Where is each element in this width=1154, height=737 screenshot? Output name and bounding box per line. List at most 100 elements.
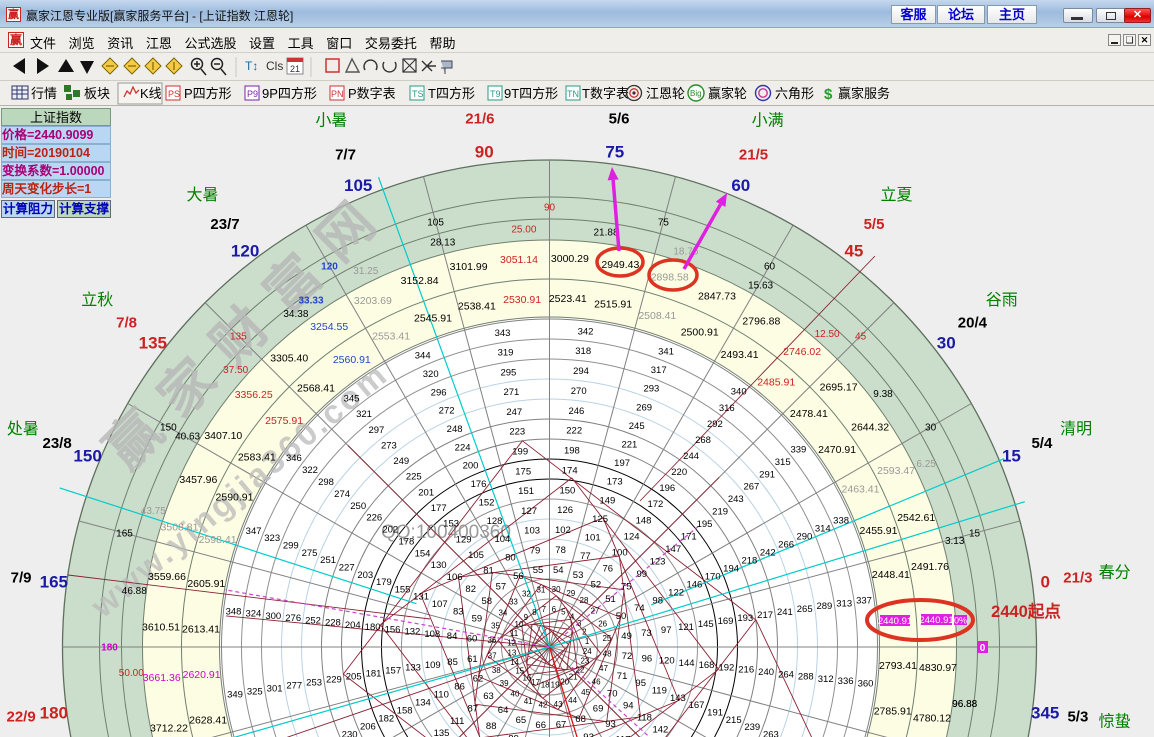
svg-text:74: 74 [634,603,645,614]
svg-text:22: 22 [576,665,585,674]
svg-text:3457.96: 3457.96 [179,474,217,486]
svg-text:110: 110 [434,689,449,700]
svg-text:3000.29: 3000.29 [551,253,589,265]
svg-text:202: 202 [382,525,398,536]
svg-text:84: 84 [447,631,458,642]
svg-text:73: 73 [641,628,652,639]
svg-text:26: 26 [598,620,607,629]
svg-text:125: 125 [592,514,608,525]
svg-text:8: 8 [532,608,537,617]
svg-text:行情: 行情 [31,86,57,101]
svg-text:76: 76 [603,564,614,575]
svg-text:252: 252 [305,615,321,626]
svg-text:325: 325 [247,686,263,697]
svg-text:348: 348 [226,606,242,617]
svg-text:295: 295 [500,367,516,378]
svg-text:219: 219 [712,507,728,518]
svg-text:89: 89 [508,734,519,737]
svg-text:2440起点: 2440起点 [991,601,1061,621]
svg-text:4830.97: 4830.97 [919,662,957,674]
svg-text:197: 197 [614,458,630,469]
svg-text:317: 317 [651,365,667,376]
svg-text:272: 272 [439,406,455,417]
svg-text:72: 72 [622,651,633,662]
svg-text:223: 223 [509,427,525,438]
svg-text:21.88: 21.88 [593,227,618,238]
svg-text:264: 264 [778,669,794,680]
svg-text:100: 100 [612,548,628,559]
svg-text:22/9: 22/9 [6,709,35,726]
svg-text:319: 319 [498,348,514,359]
svg-text:3.13: 3.13 [945,536,965,547]
svg-text:2793.41: 2793.41 [879,660,917,672]
svg-text:P数字表: P数字表 [348,86,396,101]
svg-text:5/5: 5/5 [864,216,885,233]
svg-text:127: 127 [521,506,537,517]
svg-text:239: 239 [744,722,760,733]
svg-text:151: 151 [518,486,534,497]
svg-text:289: 289 [816,601,832,612]
svg-text:78: 78 [555,545,566,556]
svg-text:33: 33 [509,597,518,606]
svg-text:2593.47: 2593.47 [877,465,915,477]
svg-text:31.25: 31.25 [353,266,378,277]
svg-text:3254.55: 3254.55 [310,321,348,333]
svg-text:196: 196 [659,483,675,494]
svg-text:2463.41: 2463.41 [842,483,880,495]
svg-text:93: 93 [605,719,616,730]
svg-text:80: 80 [505,553,516,564]
svg-text:2583.41: 2583.41 [238,452,276,464]
svg-text:42: 42 [538,700,547,709]
svg-text:88: 88 [486,721,497,732]
svg-text:67: 67 [556,720,567,731]
svg-text:300: 300 [265,611,281,622]
svg-text:6.25: 6.25 [916,459,936,470]
svg-text:216: 216 [738,665,754,676]
svg-text:65: 65 [516,715,527,726]
svg-text:248: 248 [447,424,463,435]
svg-text:45: 45 [855,332,867,343]
svg-text:28: 28 [580,596,589,605]
svg-text:25.00: 25.00 [511,224,536,235]
svg-text:2545.91: 2545.91 [414,313,452,325]
svg-text:96: 96 [642,653,653,664]
svg-text:292: 292 [707,419,723,430]
svg-text:2478.41: 2478.41 [790,408,828,420]
svg-text:立夏: 立夏 [880,186,912,204]
svg-text:294: 294 [573,366,589,377]
svg-text:314: 314 [815,524,831,535]
svg-text:35: 35 [491,622,500,631]
svg-text:170: 170 [705,571,721,582]
svg-text:157: 157 [385,666,401,677]
svg-text:春分: 春分 [1099,564,1131,582]
svg-text:21/6: 21/6 [465,111,494,128]
svg-text:15: 15 [969,529,981,540]
svg-text:赢家服务: 赢家服务 [838,86,890,101]
svg-text:2785.91: 2785.91 [874,705,912,717]
svg-text:TS: TS [412,89,424,99]
svg-text:10: 10 [515,620,524,629]
svg-text:111: 111 [450,716,464,727]
svg-text:37: 37 [488,651,497,660]
svg-text:41: 41 [524,697,533,706]
svg-text:251: 251 [320,555,336,566]
svg-text:2448.41: 2448.41 [872,569,910,581]
svg-text:130: 130 [431,560,447,571]
svg-text:2440.91: 2440.91 [878,616,912,627]
svg-text:267: 267 [743,482,759,493]
svg-text:9P四方形: 9P四方形 [262,86,317,101]
svg-text:TN: TN [567,89,579,99]
svg-text:194: 194 [723,563,739,574]
svg-text:3356.25: 3356.25 [235,389,273,401]
svg-text:3152.84: 3152.84 [401,275,439,287]
svg-text:50.00: 50.00 [119,668,144,679]
svg-text:313: 313 [836,598,852,609]
svg-text:50: 50 [616,611,627,622]
svg-text:199: 199 [512,447,528,458]
svg-text:2523.41: 2523.41 [549,293,587,305]
svg-text:19: 19 [551,680,560,689]
svg-text:135: 135 [230,332,247,343]
svg-text:2847.73: 2847.73 [698,291,736,303]
svg-text:124: 124 [624,531,640,542]
svg-text:225: 225 [406,472,422,483]
